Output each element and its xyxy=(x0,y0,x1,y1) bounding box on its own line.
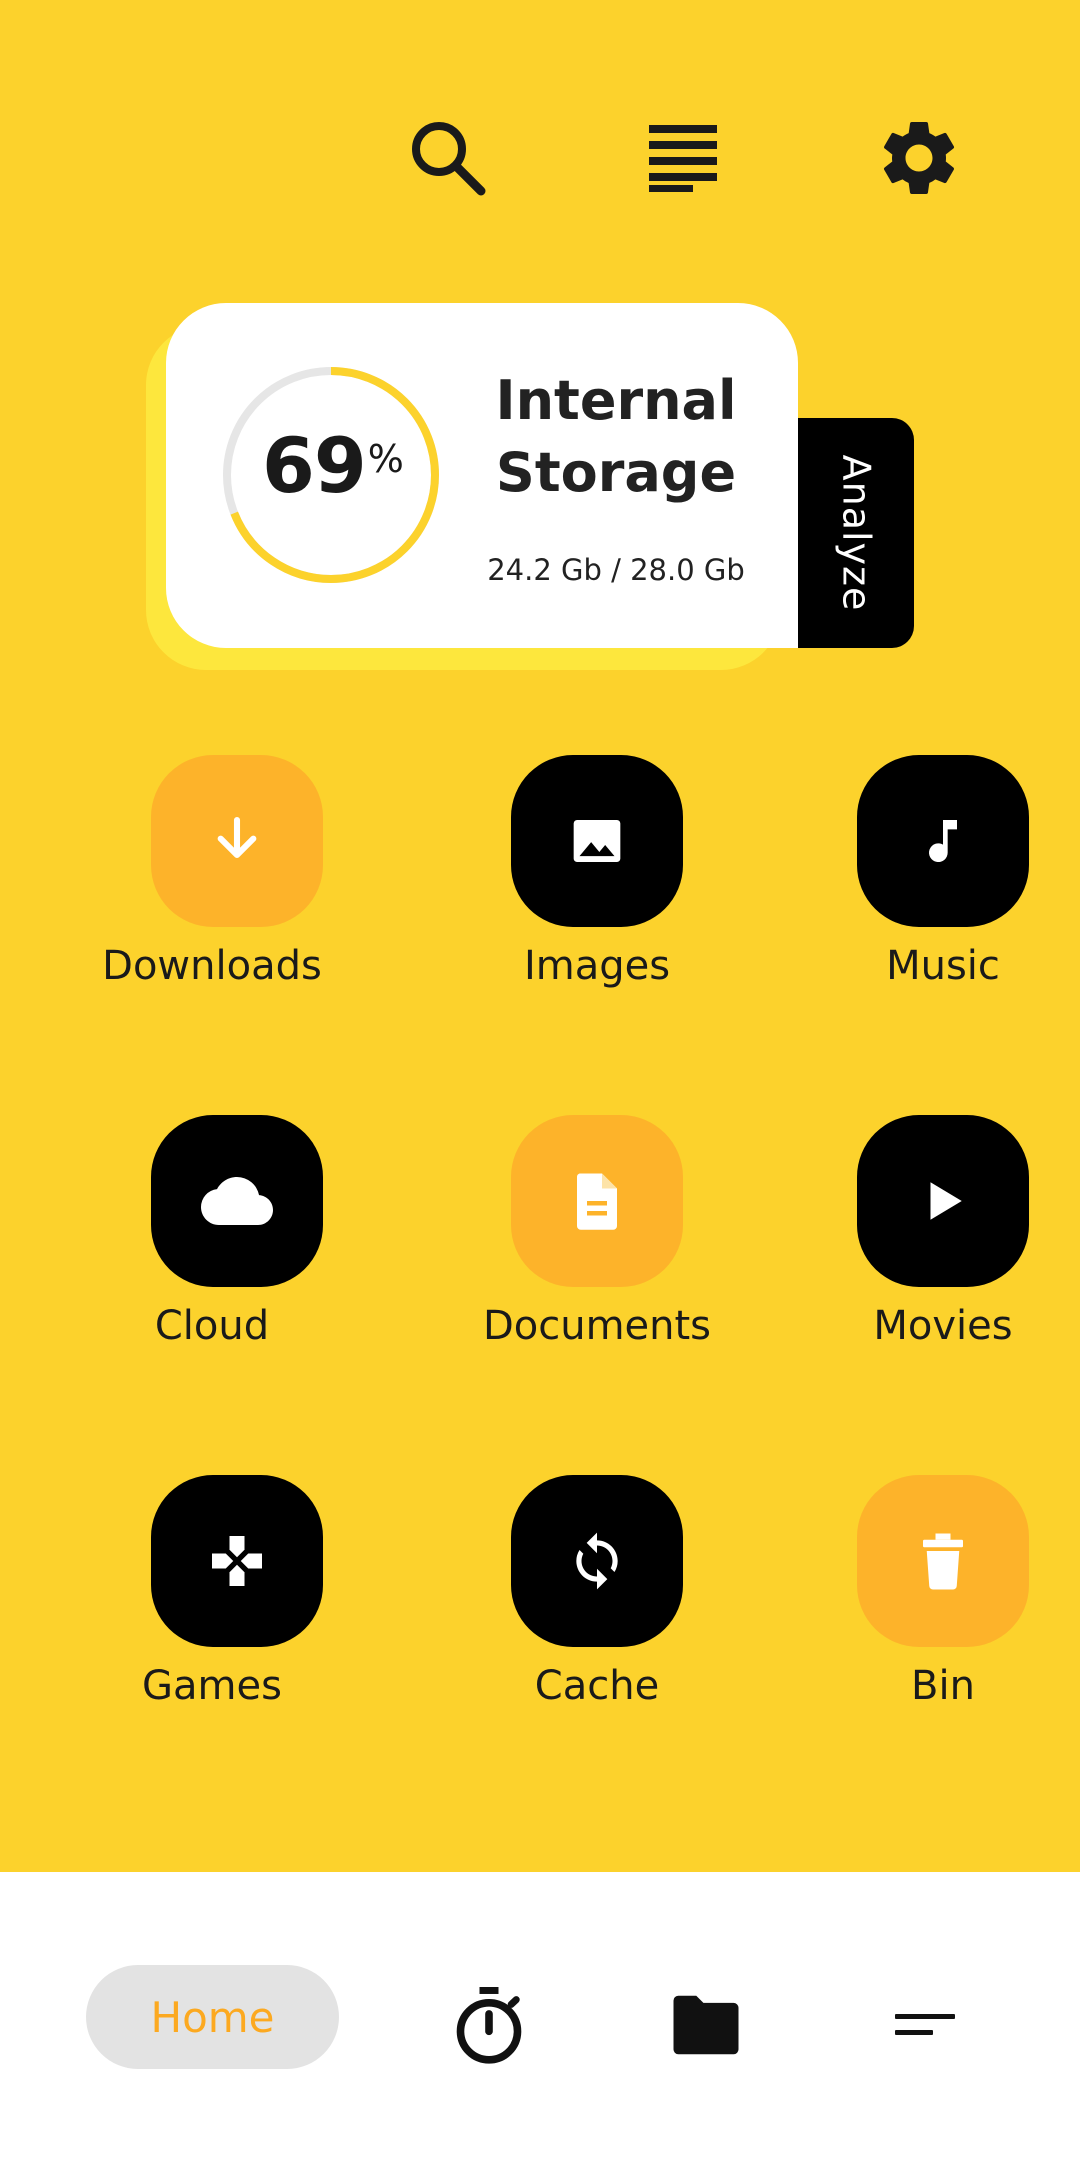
download-icon xyxy=(217,816,257,859)
category-label: Movies xyxy=(873,1303,1013,1349)
sync-icon xyxy=(576,1532,618,1590)
category-label: Games xyxy=(142,1663,282,1709)
storage-percent: 69% xyxy=(262,421,404,510)
category-label: Documents xyxy=(482,1303,712,1349)
cloud-tile[interactable] xyxy=(151,1115,323,1287)
document-icon xyxy=(576,1173,617,1230)
games-tile[interactable] xyxy=(151,1475,323,1647)
category-label: Bin xyxy=(911,1663,975,1709)
category-images[interactable]: Images xyxy=(442,755,702,1015)
movies-tile[interactable] xyxy=(857,1115,1029,1287)
category-music[interactable]: Music xyxy=(788,755,1048,1015)
folder-icon[interactable] xyxy=(661,1980,751,2070)
search-icon[interactable] xyxy=(398,108,498,208)
category-games[interactable]: Games xyxy=(82,1475,342,1735)
cloud-icon xyxy=(201,1177,273,1225)
music-note-icon xyxy=(929,820,957,863)
storage-title-line1: Internal xyxy=(495,369,737,432)
downloads-tile[interactable] xyxy=(151,755,323,927)
bottom-navigation: Home xyxy=(0,1872,1080,2160)
category-label: Cloud xyxy=(154,1303,270,1349)
storage-title: Internal Storage xyxy=(466,365,766,509)
gear-icon[interactable] xyxy=(869,108,969,208)
category-movies[interactable]: Movies xyxy=(788,1115,1048,1375)
list-icon[interactable] xyxy=(633,108,733,208)
percent-sign: % xyxy=(367,437,404,481)
music-tile[interactable] xyxy=(857,755,1029,927)
play-icon xyxy=(930,1182,962,1220)
category-label: Cache xyxy=(534,1663,660,1709)
nav-home-tab[interactable]: Home xyxy=(86,1965,339,2069)
category-cache[interactable]: Cache xyxy=(442,1475,702,1735)
category-downloads[interactable]: Downloads xyxy=(82,755,342,1015)
bin-tile[interactable] xyxy=(857,1475,1029,1647)
gamepad-icon xyxy=(212,1536,262,1586)
analyze-button[interactable]: Analyze xyxy=(798,418,914,648)
trash-icon xyxy=(923,1533,963,1590)
category-label: Downloads xyxy=(102,943,322,989)
images-tile[interactable] xyxy=(511,755,683,927)
category-cloud[interactable]: Cloud xyxy=(82,1115,342,1375)
category-label: Images xyxy=(523,943,671,989)
sort-icon[interactable] xyxy=(880,1980,970,2070)
storage-card[interactable]: 69% Internal Storage 24.2 Gb / 28.0 Gb xyxy=(166,303,798,648)
image-icon xyxy=(573,820,621,862)
cache-tile[interactable] xyxy=(511,1475,683,1647)
stopwatch-icon[interactable] xyxy=(444,1980,534,2070)
category-label: Music xyxy=(886,943,1000,989)
storage-usage-text: 24.2 Gb / 28.0 Gb xyxy=(487,553,745,587)
category-documents[interactable]: Documents xyxy=(442,1115,711,1375)
category-bin[interactable]: Bin xyxy=(788,1475,1048,1735)
storage-title-line2: Storage xyxy=(495,441,737,504)
documents-tile[interactable] xyxy=(511,1115,683,1287)
analyze-label: Analyze xyxy=(834,454,878,612)
